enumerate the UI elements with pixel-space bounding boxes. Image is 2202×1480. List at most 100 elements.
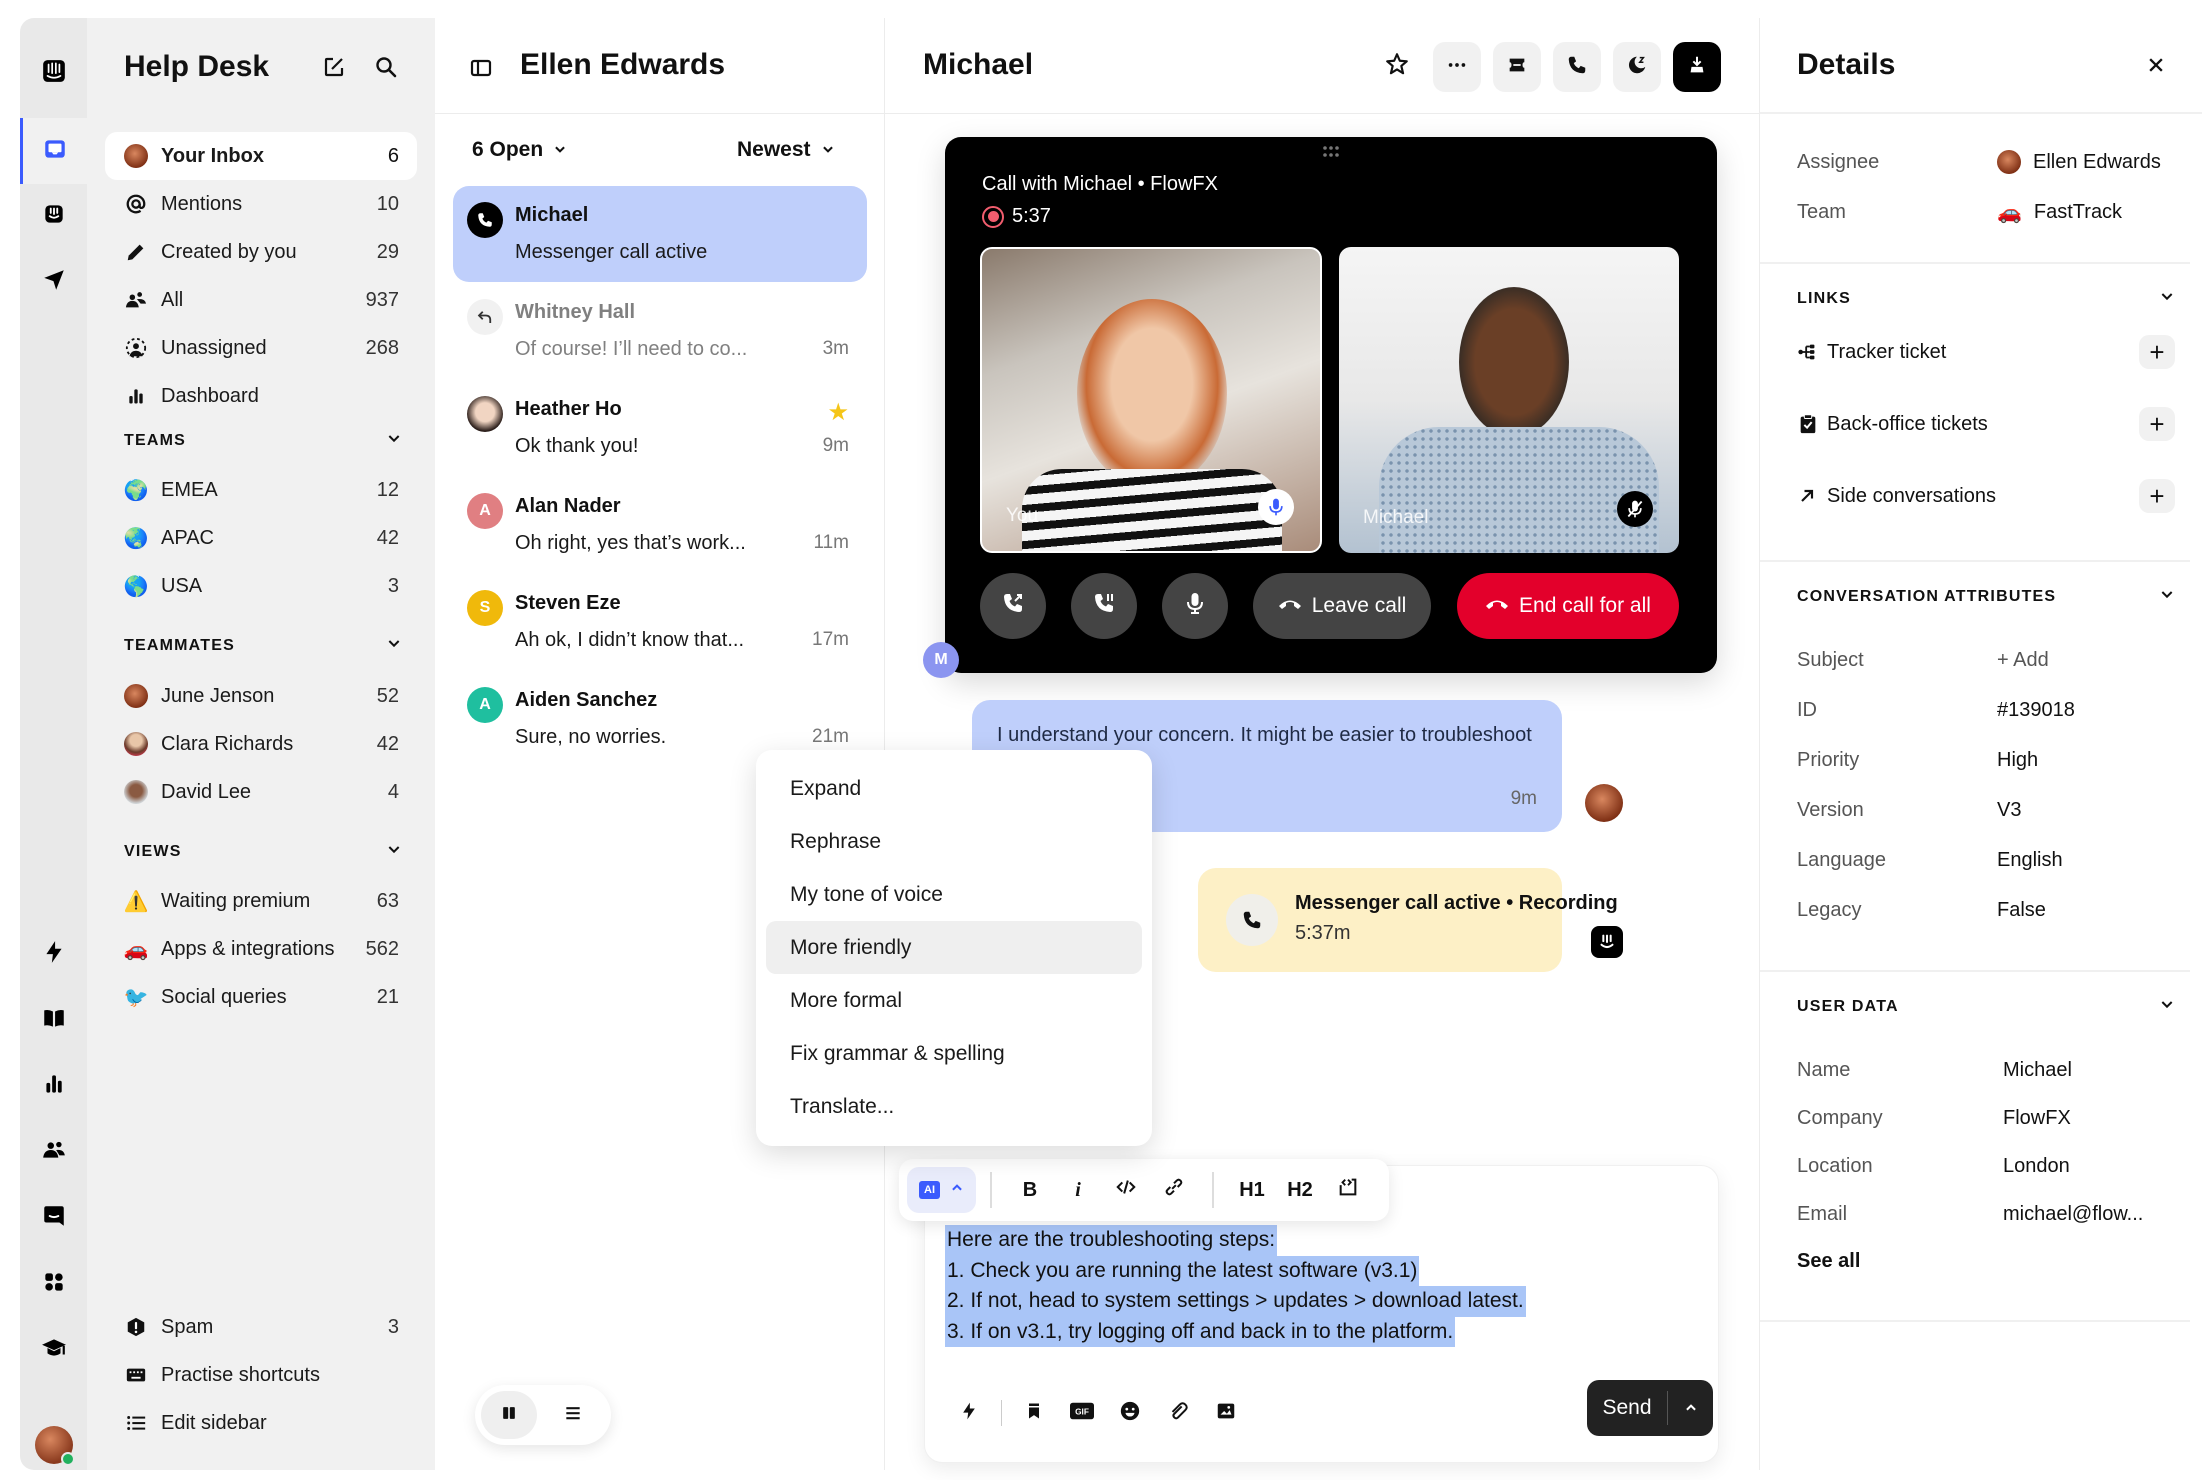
link-side-conversations[interactable]: Side conversations + xyxy=(1797,478,2175,514)
bold-button[interactable]: B xyxy=(1006,1167,1054,1213)
code-button[interactable] xyxy=(1102,1167,1150,1213)
rail-apps[interactable] xyxy=(20,1264,87,1304)
rail-messenger[interactable] xyxy=(20,1198,87,1238)
sidebar-item-view-apps-integrations[interactable]: 🚗 Apps & integrations 562 xyxy=(105,925,417,973)
link-tracker-ticket[interactable]: Tracker ticket + xyxy=(1797,334,2175,370)
section-views[interactable]: VIEWS xyxy=(124,841,402,862)
search-button[interactable] xyxy=(371,54,401,84)
send-options-button[interactable] xyxy=(1668,1401,1713,1415)
attribute-row-legacy[interactable]: Legacy False xyxy=(1797,894,2177,926)
sidebar-item-unassigned[interactable]: Unassigned 268 xyxy=(105,324,417,372)
call-button[interactable] xyxy=(1553,42,1601,92)
star-button[interactable] xyxy=(1381,50,1413,82)
sidebar-item-dashboard[interactable]: Dashboard xyxy=(105,372,417,420)
user-avatar[interactable] xyxy=(35,1426,75,1466)
section-teammates[interactable]: TEAMMATES xyxy=(124,635,402,656)
close-conversation-button[interactable] xyxy=(1673,42,1721,92)
conversation-item[interactable]: Whitney Hall Of course! I’ll need to co.… xyxy=(453,283,867,379)
add-back-office-ticket-button[interactable]: + xyxy=(2139,407,2175,441)
ai-menu-item-more-formal[interactable]: More formal xyxy=(766,974,1142,1027)
send-button[interactable]: Send xyxy=(1587,1380,1713,1436)
sidebar-item-mentions[interactable]: Mentions 10 xyxy=(105,180,417,228)
conversation-item-active[interactable]: Michael Messenger call active xyxy=(453,186,867,282)
drag-handle-icon[interactable] xyxy=(1321,145,1341,159)
ai-menu-item-translate[interactable]: Translate... xyxy=(766,1080,1142,1133)
rail-outbound[interactable] xyxy=(20,262,87,302)
image-button[interactable] xyxy=(1202,1393,1250,1433)
sidebar-item-teammate[interactable]: Clara Richards 42 xyxy=(105,720,417,768)
leave-call-button[interactable]: Leave call xyxy=(1253,573,1431,639)
sidebar-item-spam[interactable]: Spam 3 xyxy=(105,1303,417,1351)
ai-menu-item-rephrase[interactable]: Rephrase xyxy=(766,815,1142,868)
rail-automation[interactable] xyxy=(20,934,87,974)
conversation-item[interactable]: S Steven Eze Ah ok, I didn’t know that..… xyxy=(453,574,867,670)
sidebar-item-team-usa[interactable]: 🌎 USA 3 xyxy=(105,562,417,610)
attribute-row-priority[interactable]: Priority High xyxy=(1797,744,2177,776)
rail-knowledge[interactable] xyxy=(20,1000,87,1040)
conversation-item[interactable]: Heather Ho Ok thank you! ★ 9m xyxy=(453,380,867,476)
compose-button[interactable] xyxy=(319,54,349,84)
section-links[interactable]: LINKS xyxy=(1797,288,2175,309)
ai-menu-item-more-friendly[interactable]: More friendly xyxy=(766,921,1142,974)
italic-button[interactable]: i xyxy=(1054,1167,1102,1213)
ai-menu-item-fix-grammar[interactable]: Fix grammar & spelling xyxy=(766,1027,1142,1080)
attribute-row-language[interactable]: Language English xyxy=(1797,844,2177,876)
rail-fin[interactable] xyxy=(20,196,87,236)
sidebar-item-team-apac[interactable]: 🌏 APAC 42 xyxy=(105,514,417,562)
add-side-conversation-button[interactable]: + xyxy=(2139,479,2175,513)
sidebar-toggle-button[interactable] xyxy=(469,56,493,80)
ai-assist-button[interactable]: AI xyxy=(907,1167,976,1213)
star-icon[interactable]: ★ xyxy=(827,398,849,427)
sidebar-item-view-social-queries[interactable]: 🐦 Social queries 21 xyxy=(105,973,417,1021)
gif-button[interactable]: GIF xyxy=(1058,1393,1106,1433)
status-filter-dropdown[interactable]: 6 Open xyxy=(472,138,567,162)
more-options-button[interactable] xyxy=(1433,42,1481,92)
article-button[interactable] xyxy=(1010,1393,1058,1433)
intercom-logo-icon[interactable] xyxy=(20,46,87,96)
sidebar-item-teammate[interactable]: David Lee 4 xyxy=(105,768,417,816)
rail-contacts[interactable] xyxy=(20,1132,87,1172)
split-view-button[interactable] xyxy=(481,1391,537,1439)
heading-2-button[interactable]: H2 xyxy=(1276,1167,1324,1213)
link-back-office-tickets[interactable]: Back-office tickets + xyxy=(1797,406,2175,442)
ticket-button[interactable] xyxy=(1493,42,1541,92)
ai-menu-item-expand[interactable]: Expand xyxy=(766,762,1142,815)
see-all-user-data-link[interactable]: See all xyxy=(1797,1250,1860,1273)
mute-button[interactable] xyxy=(1162,573,1228,639)
add-subject-link[interactable]: + Add xyxy=(1997,649,2049,672)
sidebar-item-edit-sidebar[interactable]: Edit sidebar xyxy=(105,1399,417,1447)
sidebar-item-all[interactable]: All 937 xyxy=(105,276,417,324)
sidebar-item-created-by-you[interactable]: Created by you 29 xyxy=(105,228,417,276)
link-button[interactable] xyxy=(1150,1167,1198,1213)
rail-reports[interactable] xyxy=(20,1066,87,1106)
section-conversation-attributes[interactable]: CONVERSATION ATTRIBUTES xyxy=(1797,586,2175,607)
sidebar-item-practise-shortcuts[interactable]: Practise shortcuts xyxy=(105,1351,417,1399)
attribute-row-subject[interactable]: Subject + Add xyxy=(1797,644,2177,676)
sidebar-item-view-waiting-premium[interactable]: ⚠️ Waiting premium 63 xyxy=(105,877,417,925)
list-view-button[interactable] xyxy=(545,1391,601,1439)
sidebar-item-teammate[interactable]: June Jenson 52 xyxy=(105,672,417,720)
code-block-button[interactable] xyxy=(1324,1167,1372,1213)
attribute-row-version[interactable]: Version V3 xyxy=(1797,794,2177,826)
sort-dropdown[interactable]: Newest xyxy=(737,138,835,162)
macros-button[interactable] xyxy=(945,1393,993,1433)
sidebar-item-your-inbox[interactable]: Your Inbox 6 xyxy=(105,132,417,180)
team-row[interactable]: Team 🚗 FastTrack xyxy=(1797,196,2177,228)
add-tracker-ticket-button[interactable]: + xyxy=(2139,335,2175,369)
section-user-data[interactable]: USER DATA xyxy=(1797,996,2175,1017)
section-teams[interactable]: TEAMS xyxy=(124,430,402,451)
assignee-row[interactable]: Assignee Ellen Edwards xyxy=(1797,146,2177,178)
heading-1-button[interactable]: H1 xyxy=(1228,1167,1276,1213)
draft-reply-text[interactable]: Here are the troubleshooting steps: 1. C… xyxy=(945,1225,1526,1347)
attach-button[interactable] xyxy=(1154,1393,1202,1433)
rail-academy[interactable] xyxy=(20,1330,87,1370)
hold-call-button[interactable] xyxy=(1071,573,1137,639)
rail-inbox[interactable] xyxy=(20,118,87,184)
close-details-button[interactable] xyxy=(2141,52,2171,82)
conversation-item[interactable]: A Alan Nader Oh right, yes that’s work..… xyxy=(453,477,867,573)
ai-menu-item-tone-of-voice[interactable]: My tone of voice xyxy=(766,868,1142,921)
end-call-for-all-button[interactable]: End call for all xyxy=(1457,573,1679,639)
snooze-button[interactable] xyxy=(1613,42,1661,92)
transfer-call-button[interactable] xyxy=(980,573,1046,639)
sidebar-item-team-emea[interactable]: 🌍 EMEA 12 xyxy=(105,466,417,514)
